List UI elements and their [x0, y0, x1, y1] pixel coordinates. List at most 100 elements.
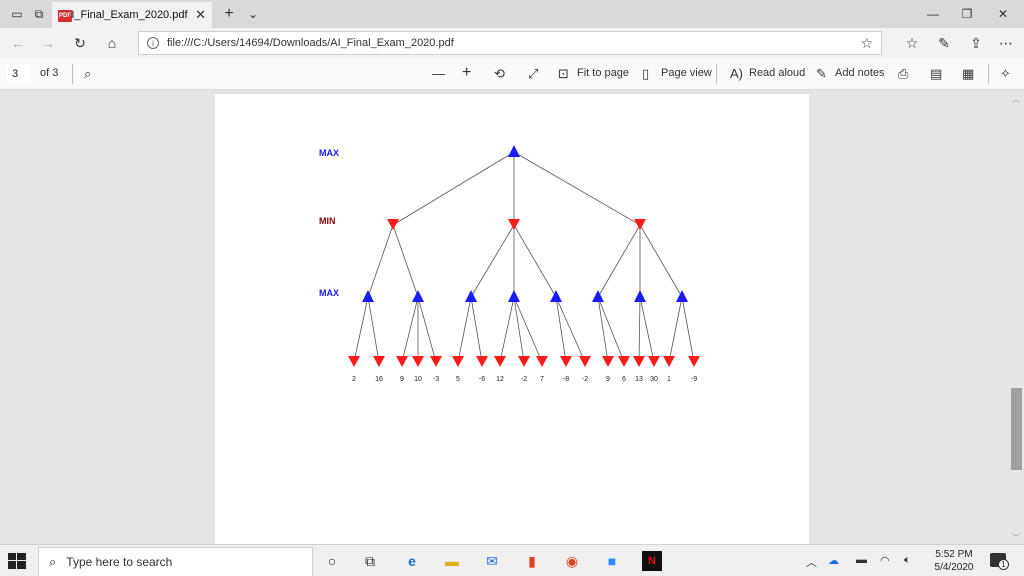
fit-to-page-icon: ⊡ — [558, 66, 569, 81]
pen-icon[interactable]: ✎ — [934, 34, 954, 52]
edge-max-leaf-2-5 — [457, 296, 472, 363]
clock[interactable]: 5:52 PM 5/4/2020 — [926, 548, 982, 574]
edge-icon[interactable]: e — [402, 551, 422, 571]
max-node-4 — [550, 290, 562, 302]
address-url[interactable]: file:///C:/Users/14694/Downloads/AI_Fina… — [167, 37, 454, 49]
leaf-node-13 — [618, 356, 630, 367]
print-icon[interactable]: ⎙ — [898, 66, 908, 82]
volume-icon[interactable]: 🔈︎ — [904, 554, 911, 567]
edge-min-max-1-2 — [470, 224, 515, 298]
save-as-icon[interactable]: ▦ — [962, 66, 974, 82]
scrollbar-thumb[interactable] — [1011, 388, 1022, 470]
onedrive-icon[interactable]: ☁ — [828, 554, 839, 567]
leaf-node-10 — [560, 356, 572, 367]
search-icon: ⌕ — [49, 554, 57, 569]
favorites-icon[interactable]: ☆ — [902, 34, 922, 52]
leaf-value-7: 12 — [496, 376, 504, 383]
leaf-node-0 — [348, 356, 360, 367]
taskbar-search[interactable]: ⌕ Type here to search — [38, 547, 313, 576]
level-label-1: MIN — [319, 216, 336, 226]
back-button[interactable]: ← — [8, 34, 28, 52]
pdf-icon: PDF — [58, 10, 72, 22]
zoom-out-icon[interactable]: — — [432, 66, 445, 81]
more-icon[interactable]: ⋯ — [996, 34, 1016, 52]
scroll-down-arrow[interactable]: ﹀ — [1012, 532, 1020, 543]
title-bar: ▭ ⧉ PDF AI_Final_Exam_2020.pdf ✕ + ⌄ — ❐… — [0, 0, 1024, 28]
set-aside-tabs-icon[interactable]: ▭ — [8, 5, 26, 23]
edge-min-max-1-4 — [513, 224, 557, 298]
divider — [716, 64, 717, 84]
add-notes-button[interactable]: Add notes — [835, 67, 885, 79]
share-icon[interactable]: ⇪ — [966, 34, 986, 52]
leaf-value-10: -8 — [563, 376, 569, 383]
battery-icon[interactable]: ▬ — [856, 554, 867, 566]
tab-list-dropdown-icon[interactable]: ⌄ — [244, 5, 262, 23]
chrome-icon[interactable]: ◉ — [562, 551, 582, 571]
edge-max-leaf-3-7 — [499, 296, 515, 363]
rotate-icon[interactable]: ⟲ — [494, 66, 505, 82]
address-bar[interactable]: i file:///C:/Users/14694/Downloads/AI_Fi… — [138, 31, 882, 55]
edge-max-leaf-3-9 — [513, 296, 543, 363]
max-node-0 — [362, 290, 374, 302]
netflix-icon[interactable]: N — [642, 551, 662, 571]
zoom-icon[interactable]: ■ — [602, 551, 622, 571]
close-window-button[interactable]: ✕ — [980, 0, 1024, 28]
windows-start-icon[interactable] — [8, 553, 26, 569]
read-aloud-button[interactable]: Read aloud — [749, 67, 805, 79]
zoom-in-icon[interactable]: + — [462, 64, 471, 82]
leaf-node-15 — [648, 356, 660, 367]
leaf-node-16 — [663, 356, 675, 367]
refresh-button[interactable]: ↻ — [70, 34, 90, 52]
edge-root-min-2 — [513, 151, 641, 226]
edge-min-max-0-1 — [392, 224, 419, 298]
notification-badge: 1 — [998, 559, 1009, 570]
edge-min-max-0-0 — [367, 224, 394, 298]
fit-to-page-button[interactable]: Fit to page — [577, 67, 629, 79]
edge-max-leaf-3-8 — [513, 296, 525, 363]
save-icon[interactable]: ▤ — [930, 66, 942, 82]
pdf-viewer[interactable]: MAX MIN MAX 2 16 9 10 -3 5 -6 12 -2 7 -8 -2 9 6 13 30 1 -9 ︿… — [0, 90, 1024, 544]
leaf-value-15: 30 — [650, 376, 658, 383]
clock-time: 5:52 PM — [935, 549, 973, 560]
read-aloud-icon: A) — [730, 66, 743, 81]
full-screen-icon[interactable]: ⤢ — [528, 66, 538, 82]
info-icon[interactable]: i — [147, 37, 159, 49]
task-view-icon[interactable]: ⧉ — [360, 551, 380, 571]
level-label-0: MAX — [319, 148, 339, 158]
edge-max-leaf-7-16 — [668, 296, 683, 363]
show-hidden-icons[interactable]: ︿ — [806, 554, 817, 570]
leaf-value-14: 13 — [635, 376, 643, 383]
office-icon[interactable]: ▮ — [522, 551, 542, 571]
max-node-2 — [465, 290, 477, 302]
leaf-node-7 — [494, 356, 506, 367]
edge-min-max-2-5 — [597, 224, 641, 298]
search-icon[interactable]: ⌕ — [84, 66, 91, 82]
leaf-node-2 — [396, 356, 408, 367]
close-tab-icon[interactable]: ✕ — [195, 7, 206, 23]
cortana-icon[interactable]: ○ — [322, 551, 342, 571]
favorite-star-icon[interactable]: ☆ — [860, 35, 873, 52]
edge-max-leaf-0-1 — [367, 296, 380, 363]
file-explorer-icon[interactable]: ▬ — [442, 551, 462, 571]
max-node-root — [508, 145, 520, 157]
wifi-icon[interactable]: ◠ — [880, 554, 890, 567]
home-button[interactable]: ⌂ — [102, 34, 122, 52]
tab-pdf[interactable]: PDF AI_Final_Exam_2020.pdf ✕ — [52, 2, 212, 28]
forward-button[interactable]: → — [38, 34, 58, 52]
page-view-button[interactable]: Page view — [661, 67, 712, 79]
tab-preview-icon[interactable]: ⧉ — [30, 5, 48, 23]
scroll-up-arrow[interactable]: ︿ — [1012, 94, 1020, 105]
max-node-6 — [634, 290, 646, 302]
leaf-value-13: 6 — [622, 376, 626, 383]
tab-title: AI_Final_Exam_2020.pdf — [64, 9, 188, 21]
new-tab-button[interactable]: + — [220, 5, 238, 23]
mail-icon[interactable]: ✉ — [482, 551, 502, 571]
max-node-5 — [592, 290, 604, 302]
edge-max-leaf-2-6 — [470, 296, 483, 363]
leaf-value-3: 10 — [414, 376, 422, 383]
leaf-node-12 — [602, 356, 614, 367]
pdf-page: MAX MIN MAX 2 16 9 10 -3 5 -6 12 -2 7 -8 -2 9 6 13 30 1 -9 — [215, 90, 809, 544]
page-number-input[interactable] — [6, 65, 30, 83]
pin-icon[interactable]: ✧ — [1000, 66, 1011, 82]
edge-root-min-0 — [392, 151, 515, 226]
